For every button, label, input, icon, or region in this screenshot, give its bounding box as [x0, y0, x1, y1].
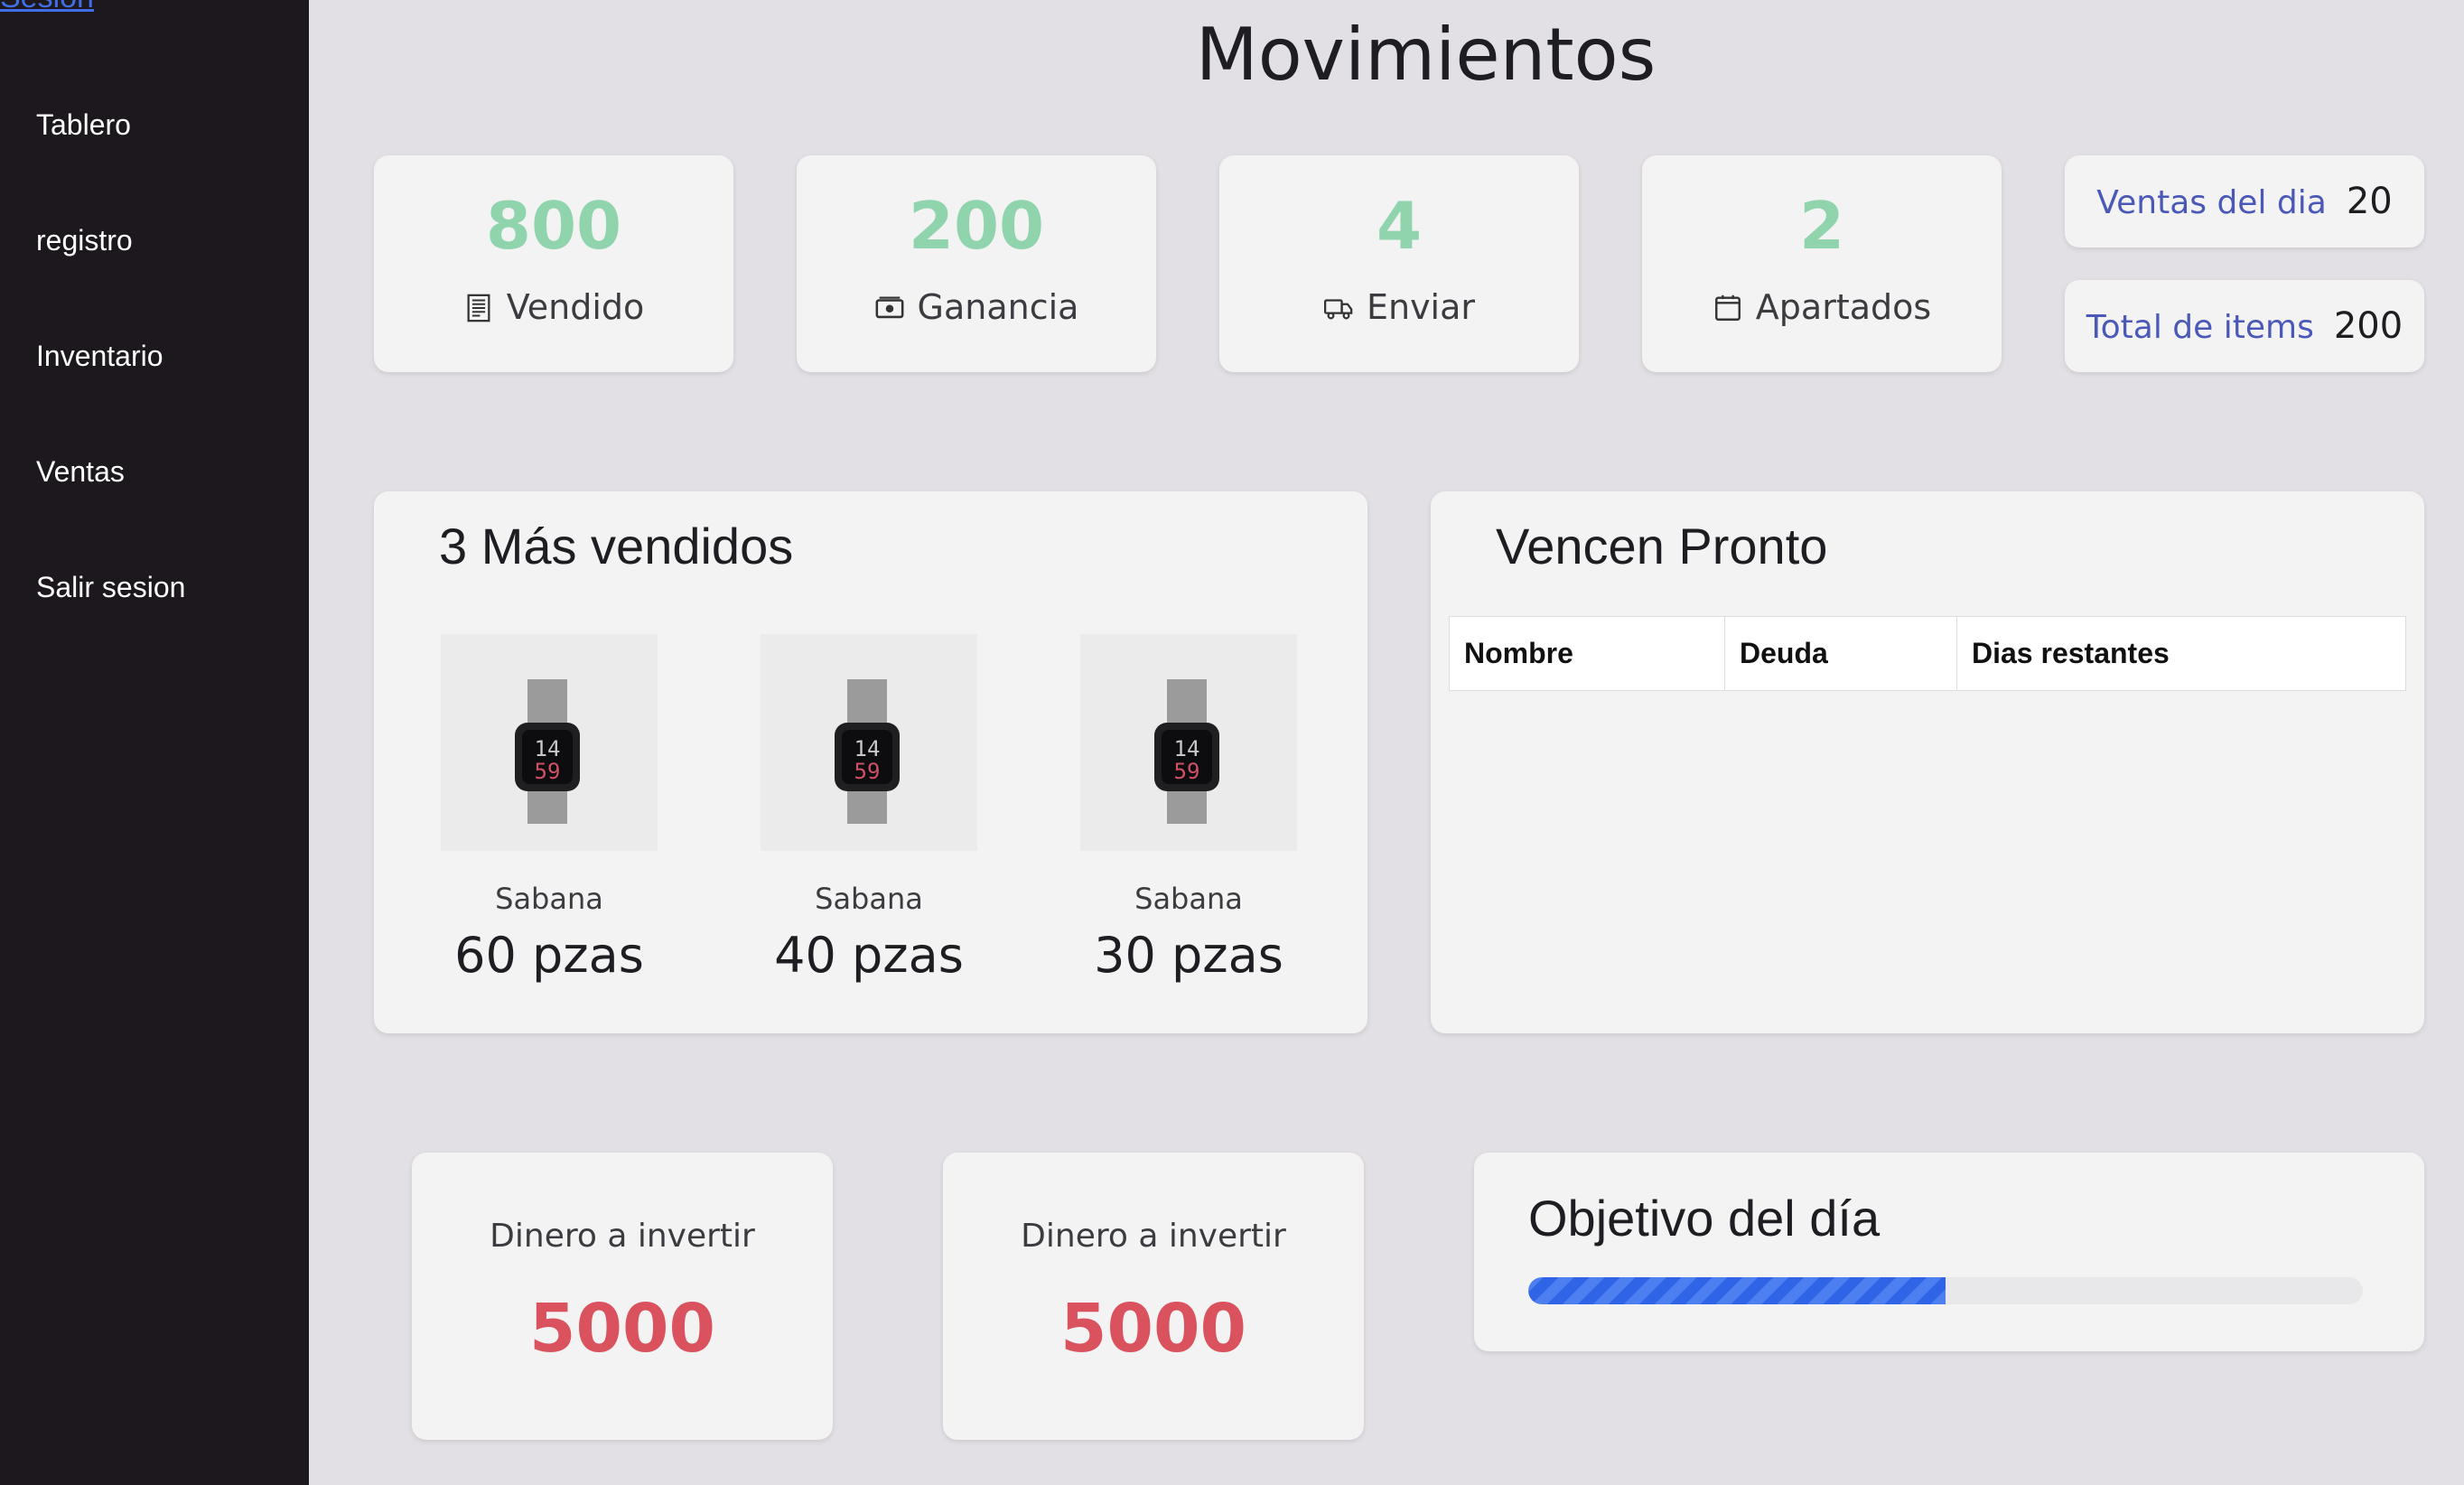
mini-stat-ventas-del-dia: Ventas del dia 20	[2065, 155, 2424, 248]
calendar-icon	[1714, 294, 1741, 321]
stat-label-row: Ganancia	[797, 287, 1156, 327]
watch-icon: 14 59	[1080, 634, 1297, 851]
table-header-row: Nombre Deuda Dias restantes	[1449, 616, 2406, 691]
stat-label-row: Apartados	[1642, 287, 2002, 327]
sidebar-item-ventas[interactable]: Ventas	[36, 455, 125, 489]
mini-stat-row: Ventas del dia 20	[2065, 181, 2424, 222]
sidebar: Sesion Tablero registro Inventario Venta…	[0, 0, 309, 1485]
money-card: Dinero a invertir 5000	[943, 1153, 1364, 1440]
stat-label: Vendido	[506, 287, 645, 327]
sidebar-item-salir-sesion[interactable]: Salir sesion	[36, 571, 185, 604]
stat-label-row: Vendido	[374, 287, 733, 327]
mini-stat-label: Ventas del dia	[2096, 184, 2327, 221]
truck-icon	[1323, 299, 1353, 320]
stat-card-enviar: 4 Enviar	[1219, 155, 1579, 372]
session-link[interactable]: Sesion	[0, 0, 94, 15]
column-header-dias-restantes[interactable]: Dias restantes	[1956, 616, 2406, 691]
main-content: Movimientos 800 Vendido 200 Ganancia 4 E…	[309, 0, 2464, 1485]
stat-label: Apartados	[1755, 287, 1932, 327]
sidebar-item-tablero[interactable]: Tablero	[36, 108, 131, 142]
mini-stat-label: Total de items	[2086, 309, 2314, 346]
stat-card-vendido: 800 Vendido	[374, 155, 733, 372]
stat-label-row: Enviar	[1219, 287, 1579, 327]
due-soon-card: Vencen Pronto Nombre Deuda Dias restante…	[1431, 491, 2424, 1033]
svg-text:14: 14	[1174, 736, 1200, 761]
money-value: 5000	[1060, 1290, 1246, 1368]
stat-card-ganancia: 200 Ganancia	[797, 155, 1156, 372]
product-image: 14 59	[441, 634, 658, 851]
stat-value: 2	[1798, 188, 1845, 264]
mini-stat-row: Total de items 200	[2065, 305, 2424, 347]
cash-icon	[875, 296, 903, 319]
product-name: Sabana	[495, 882, 603, 916]
stat-label: Ganancia	[917, 287, 1079, 327]
daily-goal-card: Objetivo del día	[1474, 1153, 2424, 1351]
svg-text:59: 59	[1174, 759, 1200, 784]
column-header-nombre[interactable]: Nombre	[1449, 616, 1725, 691]
product-qty: 30 pzas	[1094, 927, 1283, 984]
product-name: Sabana	[1134, 882, 1243, 916]
svg-text:14: 14	[535, 736, 561, 761]
product-image: 14 59	[1080, 634, 1297, 851]
product-name: Sabana	[815, 882, 923, 916]
mini-stat-value: 20	[2346, 181, 2393, 222]
top-sellers-title: 3 Más vendidos	[439, 518, 794, 574]
product-image: 14 59	[761, 634, 977, 851]
product-item[interactable]: 14 59 Sabana 30 pzas	[1080, 634, 1297, 984]
money-card: Dinero a invertir 5000	[412, 1153, 833, 1440]
due-soon-title: Vencen Pronto	[1496, 518, 1828, 574]
product-item[interactable]: 14 59 Sabana 60 pzas	[441, 634, 658, 984]
product-qty: 40 pzas	[774, 927, 964, 984]
mini-stat-value: 200	[2333, 305, 2403, 347]
stat-card-apartados: 2 Apartados	[1642, 155, 2002, 372]
column-header-deuda[interactable]: Deuda	[1724, 616, 1957, 691]
sidebar-item-inventario[interactable]: Inventario	[36, 340, 163, 373]
svg-text:59: 59	[854, 759, 881, 784]
daily-goal-progress-fill	[1528, 1277, 1946, 1304]
stat-value: 800	[485, 188, 622, 264]
svg-text:59: 59	[535, 759, 561, 784]
sidebar-item-registro[interactable]: registro	[36, 224, 133, 257]
watch-icon: 14 59	[441, 634, 658, 851]
page-title: Movimientos	[1195, 13, 1657, 97]
daily-goal-title: Objetivo del día	[1528, 1190, 1881, 1247]
money-value: 5000	[529, 1290, 715, 1368]
daily-goal-progress	[1528, 1277, 2363, 1304]
stat-label: Enviar	[1366, 287, 1476, 327]
due-soon-table: Nombre Deuda Dias restantes	[1449, 616, 2406, 691]
watch-icon: 14 59	[761, 634, 977, 851]
mini-stat-total-items: Total de items 200	[2065, 280, 2424, 372]
money-label: Dinero a invertir	[490, 1218, 755, 1255]
receipt-icon	[467, 294, 490, 322]
stat-value: 200	[908, 188, 1045, 264]
top-sellers-card: 3 Más vendidos 14 59 Sabana 60 pzas 14 5…	[374, 491, 1367, 1033]
product-qty: 60 pzas	[454, 927, 644, 984]
svg-text:14: 14	[854, 736, 881, 761]
money-label: Dinero a invertir	[1021, 1218, 1286, 1255]
product-item[interactable]: 14 59 Sabana 40 pzas	[761, 634, 977, 984]
stat-value: 4	[1376, 188, 1423, 264]
